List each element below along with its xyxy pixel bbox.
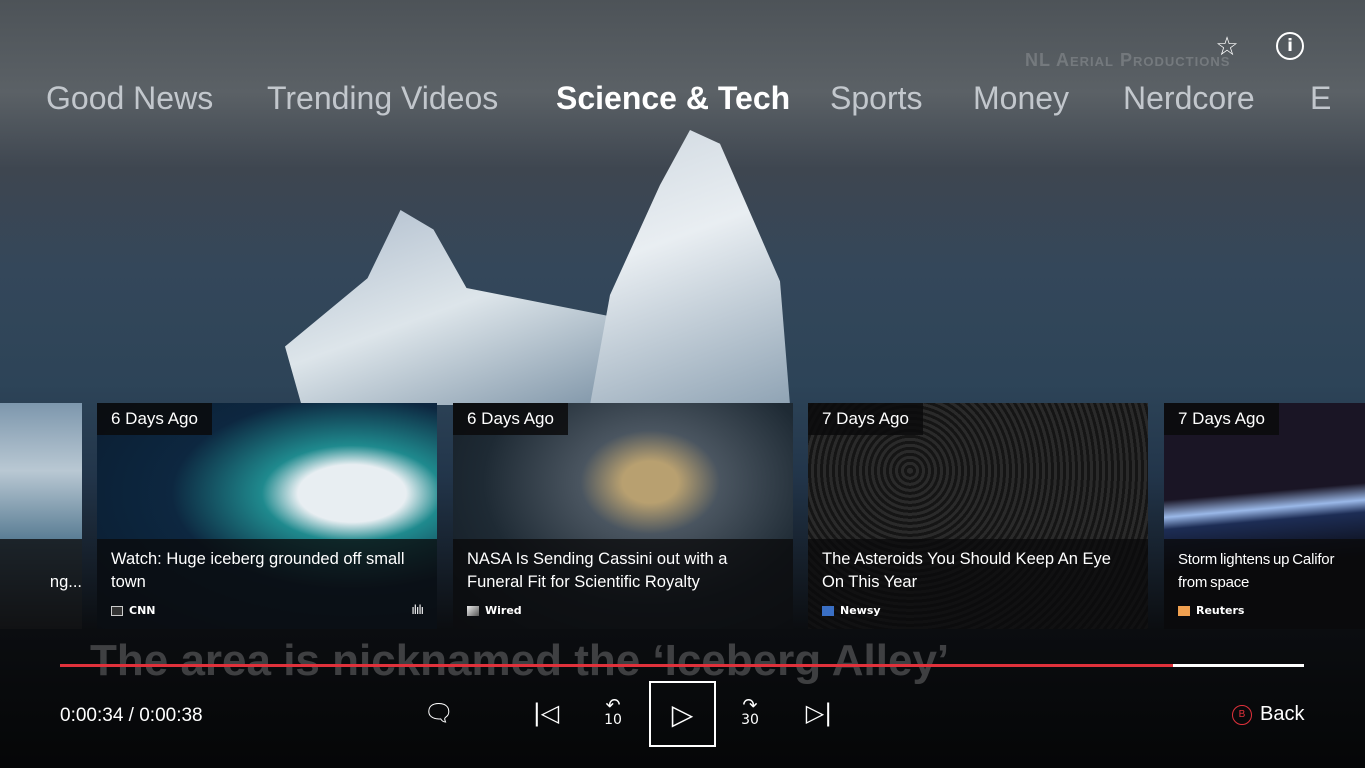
card-source: Wired (467, 604, 522, 617)
fast-forward-icon: ↷ (742, 695, 758, 716)
video-card[interactable]: 6 Days Ago NASA Is Sending Cassini out w… (453, 403, 793, 629)
play-icon: ▷ (671, 697, 694, 731)
card-source: Reuters (1178, 604, 1244, 617)
newsy-logo-icon (822, 605, 834, 616)
cnn-logo-icon (111, 605, 123, 616)
tab-trending-videos[interactable]: Trending Videos (267, 80, 498, 117)
video-card[interactable]: 6 Days Ago Watch: Huge iceberg grounded … (97, 403, 437, 629)
info-icon[interactable]: i (1276, 32, 1304, 60)
video-subtitle: The area is nicknamed the ‘Iceberg Alley… (90, 636, 950, 685)
card-title: Storm lightens up Califor from space (1178, 551, 1335, 591)
reuters-logo-icon (1178, 605, 1190, 616)
source-name: Wired (485, 604, 522, 617)
video-watermark: NL Aerial Productions (1025, 50, 1231, 70)
back-button[interactable]: B Back (1232, 703, 1304, 726)
source-name: CNN (129, 604, 156, 617)
rewind-icon: ↶ (605, 695, 621, 716)
now-playing-icon: ılılı (411, 603, 424, 617)
source-name: Reuters (1196, 604, 1245, 617)
tab-sports[interactable]: Sports (830, 80, 922, 117)
tab-nerdcore[interactable]: Nerdcore (1123, 80, 1255, 117)
card-date: 6 Days Ago (97, 403, 212, 435)
video-iceberg-background (285, 210, 615, 405)
video-card[interactable]: 7 Days Ago Storm lightens up Califor fro… (1164, 403, 1365, 629)
tab-good-news[interactable]: Good News (46, 80, 213, 117)
video-iceberg-background (590, 130, 790, 405)
skip-previous-icon: |◁ (532, 699, 560, 727)
video-card[interactable]: ng... (0, 403, 82, 629)
play-button[interactable]: ▷ (649, 681, 716, 747)
tab-money[interactable]: Money (973, 80, 1069, 117)
time-readout: 0:00:34 / 0:00:38 (60, 705, 203, 726)
skip-next-icon: ▷| (805, 699, 833, 727)
captions-button[interactable]: 🗨︎ (416, 690, 462, 736)
card-title: Watch: Huge iceberg grounded off small t… (111, 550, 405, 591)
card-title: The Asteroids You Should Keep An Eye On … (822, 550, 1111, 591)
fast-forward-button[interactable]: ↷ 30 (727, 690, 773, 736)
forward-seconds: 30 (741, 712, 759, 728)
card-source: CNN (111, 604, 156, 617)
rewind-seconds: 10 (604, 712, 622, 728)
tab-science-tech[interactable]: Science & Tech (556, 80, 790, 117)
favorites-list-icon[interactable]: ☆ (1212, 32, 1242, 62)
source-name: Newsy (840, 604, 881, 617)
rewind-button[interactable]: ↶ 10 (590, 690, 636, 736)
next-button[interactable]: ▷| (796, 690, 842, 736)
back-label: Back (1260, 703, 1305, 725)
card-date: 7 Days Ago (808, 403, 923, 435)
tab-e[interactable]: E (1310, 80, 1331, 117)
card-source: Newsy (822, 604, 881, 617)
wired-logo-icon (467, 605, 479, 616)
progress-bar[interactable] (60, 664, 1304, 667)
previous-button[interactable]: |◁ (523, 690, 569, 736)
video-card[interactable]: 7 Days Ago The Asteroids You Should Keep… (808, 403, 1148, 629)
b-button-icon: B (1232, 704, 1252, 725)
captions-icon: 🗨︎ (423, 699, 455, 727)
card-date: 6 Days Ago (453, 403, 568, 435)
card-title: ng... (49, 573, 82, 591)
card-title: NASA Is Sending Cassini out with a Funer… (467, 550, 728, 591)
progress-fill (60, 664, 1174, 667)
card-date: 7 Days Ago (1164, 403, 1279, 435)
